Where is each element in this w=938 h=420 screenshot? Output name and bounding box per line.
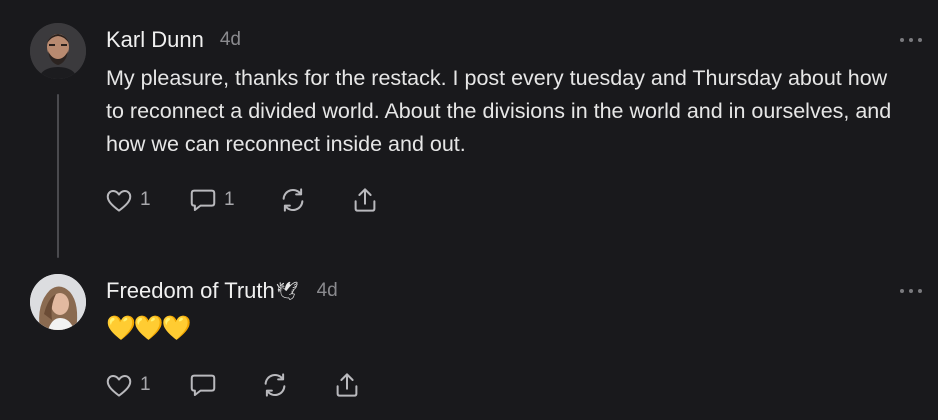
reply-button[interactable] bbox=[188, 369, 260, 401]
restack-button[interactable] bbox=[278, 184, 350, 216]
like-button[interactable]: 1 bbox=[104, 369, 188, 401]
share-upload-icon bbox=[332, 370, 362, 400]
thread-line bbox=[57, 94, 59, 258]
comment-actions: 1 1 bbox=[104, 184, 390, 216]
timestamp[interactable]: 4d bbox=[220, 29, 241, 51]
reply-button[interactable]: 1 bbox=[188, 184, 278, 216]
restack-arrows-icon bbox=[278, 185, 308, 215]
like-count: 1 bbox=[140, 189, 151, 210]
comment: Karl Dunn 4d My pleasure, thanks for the… bbox=[0, 0, 938, 270]
reply-count: 1 bbox=[224, 189, 235, 210]
share-upload-icon bbox=[350, 185, 380, 215]
author-name[interactable]: Karl Dunn bbox=[106, 27, 204, 53]
comment-text: My pleasure, thanks for the restack. I p… bbox=[106, 66, 892, 156]
comment-header: Freedom of Truth 🕊 4d bbox=[106, 276, 338, 306]
dove-badge-icon: 🕊 bbox=[275, 280, 299, 301]
avatar[interactable] bbox=[30, 274, 86, 330]
timestamp[interactable]: 4d bbox=[317, 280, 338, 302]
share-button[interactable] bbox=[350, 184, 390, 216]
more-options-icon[interactable] bbox=[900, 35, 922, 45]
more-options-icon[interactable] bbox=[900, 286, 922, 296]
like-button[interactable]: 1 bbox=[104, 184, 188, 216]
share-button[interactable] bbox=[332, 369, 372, 401]
heart-icon bbox=[104, 370, 134, 400]
comment: Freedom of Truth 🕊 4d 💛💛💛 1 bbox=[0, 270, 938, 420]
avatar[interactable] bbox=[30, 23, 86, 79]
author-name[interactable]: Freedom of Truth bbox=[106, 278, 275, 304]
speech-bubble-icon bbox=[188, 185, 218, 215]
heart-icon bbox=[104, 185, 134, 215]
comment-text: 💛💛💛 bbox=[106, 315, 192, 342]
restack-arrows-icon bbox=[260, 370, 290, 400]
restack-button[interactable] bbox=[260, 369, 332, 401]
like-count: 1 bbox=[140, 374, 151, 395]
comment-actions: 1 bbox=[104, 369, 372, 401]
comment-header: Karl Dunn 4d bbox=[106, 25, 241, 55]
speech-bubble-icon bbox=[188, 370, 218, 400]
